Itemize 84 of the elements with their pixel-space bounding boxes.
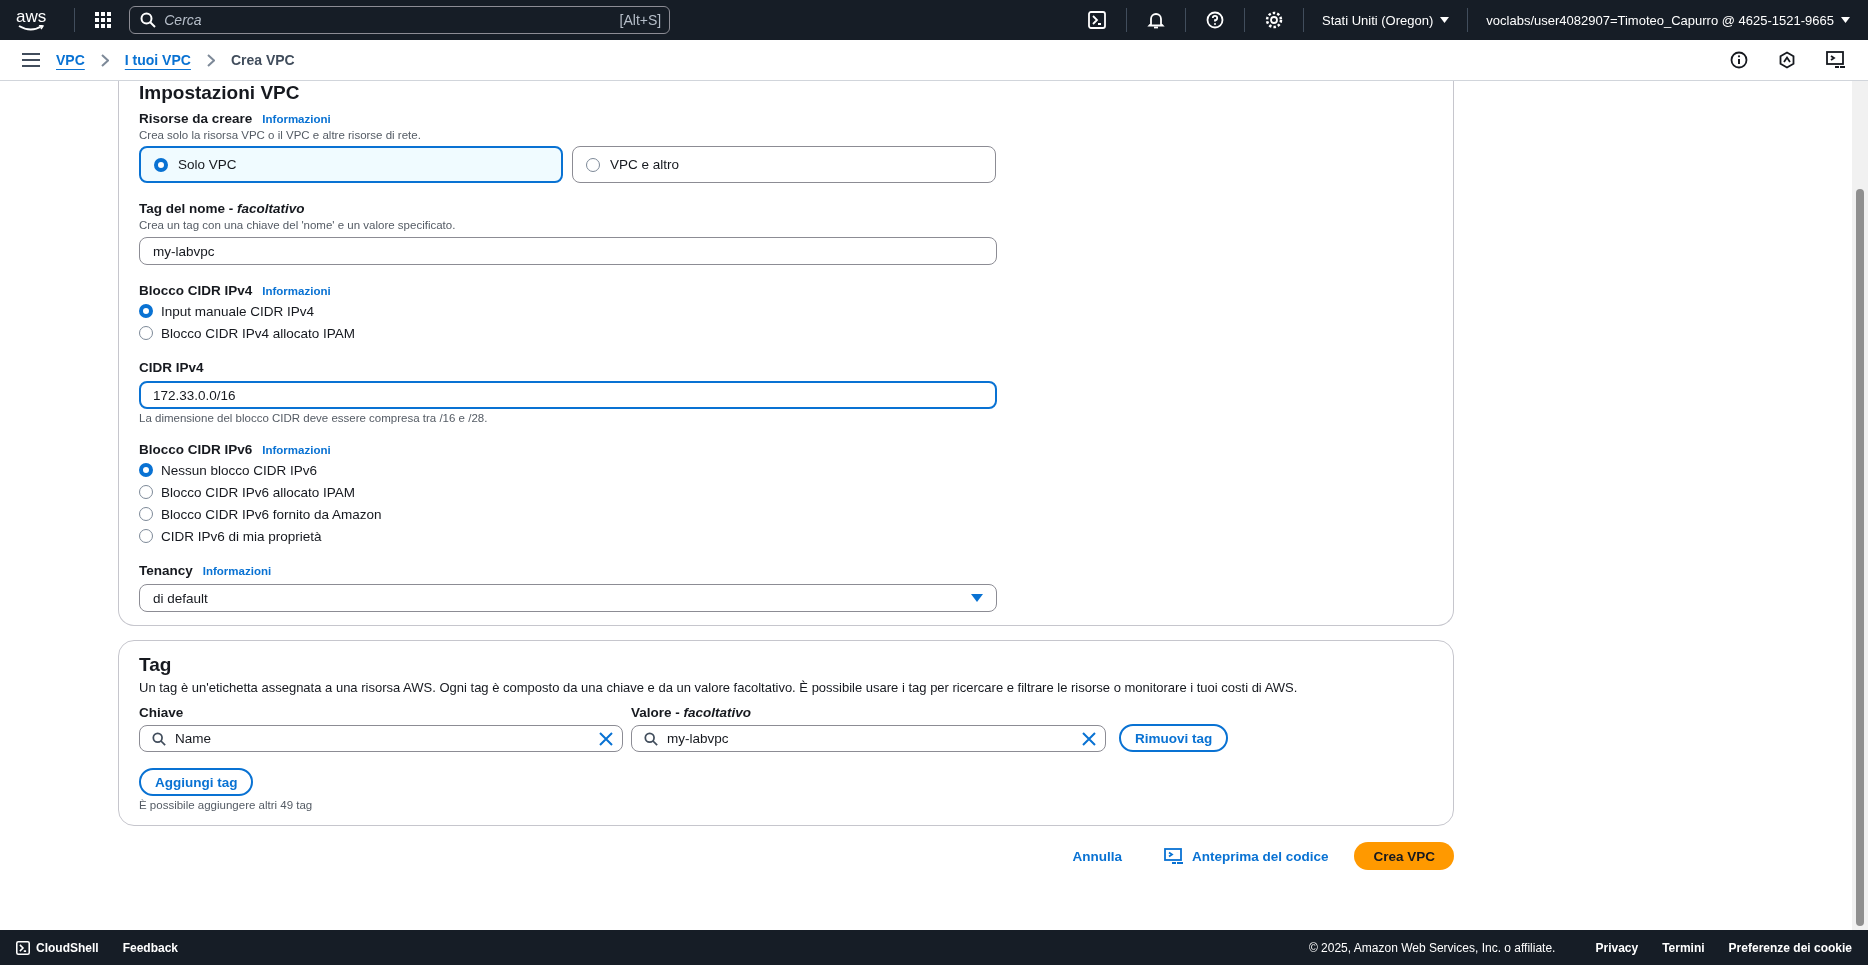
menu-icon[interactable] — [22, 53, 40, 67]
field-label: Tag del nome - facoltativo — [139, 201, 305, 216]
region-menu[interactable]: Stati Uniti (Oregon) — [1318, 12, 1454, 28]
caret-icon — [971, 594, 983, 602]
add-tag-button[interactable]: Aggiungi tag — [139, 768, 254, 796]
chevron-icon — [100, 53, 109, 67]
info-link[interactable]: Informazioni — [262, 113, 331, 125]
section-title: Tag — [139, 653, 173, 677]
info-icon[interactable] — [1730, 51, 1748, 69]
option-label: VPC e altro — [610, 157, 680, 172]
breadcrumb-link[interactable]: I tuoi VPC — [124, 52, 191, 68]
field-label: CIDR IPv4 — [139, 360, 204, 375]
breadcrumb-link[interactable]: VPC — [56, 52, 85, 68]
account-menu[interactable]: voclabs/user4082907=Timoteo_Capurro @ 4625-1521-9665 — [1482, 12, 1854, 28]
cancel-button[interactable]: Annulla — [1068, 848, 1126, 864]
option-label: Blocco CIDR IPv6 allocato IPAM — [161, 484, 356, 500]
option-label: Solo VPC — [178, 157, 237, 172]
tag-limit-hint: È possibile aggiungere altri 49 tag — [139, 799, 314, 811]
search-bar[interactable]: Cerca [Alt+S] — [129, 6, 671, 34]
scrollbar[interactable] — [1852, 81, 1868, 930]
field-label: Blocco CIDR IPv6 — [139, 442, 253, 457]
option-label: Input manuale CIDR IPv4 — [161, 303, 315, 319]
value-field[interactable]: my-labvpc — [631, 725, 1106, 752]
aws-logo[interactable]: aws — [16, 8, 47, 32]
terminal-icon — [16, 940, 30, 955]
section-title: Impostazioni VPC — [139, 81, 301, 105]
search-icon — [152, 731, 166, 746]
key-field[interactable]: Name — [139, 725, 623, 752]
option-label: Nessun blocco CIDR IPv6 — [161, 462, 318, 478]
radio-button[interactable] — [154, 157, 168, 172]
radio-button[interactable] — [139, 326, 153, 340]
option-label: CIDR IPv6 di mia proprietà — [161, 528, 322, 544]
radio-button[interactable] — [139, 529, 153, 543]
copyright-text: © 2025, Amazon Web Services, Inc. o affiliate. — [1308, 940, 1556, 955]
field-label: Chiave — [139, 705, 185, 720]
field-label: Tenancy — [139, 563, 193, 578]
bell-icon[interactable] — [1147, 11, 1166, 29]
shortcut-hint: [Alt+S] — [619, 12, 662, 28]
clear-icon[interactable] — [599, 731, 613, 746]
search-icon — [140, 12, 157, 28]
info-link[interactable]: Informazioni — [262, 444, 331, 456]
text-field[interactable]: my-labvpc — [139, 237, 997, 265]
apps-grid-icon[interactable] — [95, 12, 112, 28]
field-label: Blocco CIDR IPv4 — [139, 283, 253, 298]
field-label: Risorse da creare — [139, 111, 253, 126]
settings-icon[interactable] — [1265, 11, 1284, 29]
create-vpc-button[interactable]: Crea VPC — [1354, 842, 1454, 870]
radio-button[interactable] — [139, 507, 153, 521]
text-field[interactable]: 172.33.0.0/16 — [139, 381, 997, 409]
option-tile[interactable]: VPC e altro — [572, 146, 996, 183]
search-icon — [644, 731, 658, 746]
search-input[interactable]: Cerca — [164, 12, 612, 28]
option-tile[interactable]: Solo VPC — [139, 146, 563, 183]
chevron-icon — [206, 53, 215, 67]
breadcrumb-current: Crea VPC — [230, 52, 295, 68]
option-label: Blocco CIDR IPv6 fornito da Amazon — [161, 506, 382, 522]
section-description: Un tag è un'etichetta assegnata a una risorsa AWS. Ogni tag è composto da una chiave e da un valore facoltativo. È possibile usare i tag per ricercare e filtrare le risorse o monitorare i tuoi costi di AWS. — [139, 680, 1299, 695]
radio-button[interactable] — [586, 157, 600, 172]
terminal-icon[interactable] — [1088, 11, 1107, 29]
cloudshell-button[interactable]: CloudShell — [16, 940, 99, 955]
feedback-link[interactable]: Feedback — [122, 940, 179, 955]
radio-button[interactable] — [139, 463, 153, 477]
radio-button[interactable] — [139, 304, 153, 318]
footer-link[interactable]: Termini — [1662, 940, 1705, 955]
footer-link[interactable]: Privacy — [1595, 940, 1639, 955]
clear-icon[interactable] — [1082, 731, 1096, 746]
field-description: Crea un tag con una chiave del 'nome' e un valore specificato. — [139, 219, 457, 231]
code-preview-button[interactable]: Anteprima del codice — [1159, 847, 1333, 865]
footer-link[interactable]: Preferenze dei cookie — [1728, 940, 1852, 955]
radio-button[interactable] — [139, 485, 153, 499]
remove-tag-button[interactable]: Rimuovi tag — [1119, 724, 1229, 752]
option-label: Blocco CIDR IPv4 allocato IPAM — [161, 325, 356, 341]
select-dropdown[interactable]: di default — [139, 584, 997, 612]
field-description: Crea solo la risorsa VPC o il VPC e altre risorse di rete. — [139, 129, 422, 141]
info-link[interactable]: Informazioni — [262, 285, 331, 297]
caret-icon — [1440, 17, 1450, 23]
monitor-icon[interactable] — [1826, 51, 1846, 69]
monitor-icon — [1163, 847, 1184, 865]
help-icon[interactable] — [1206, 11, 1225, 29]
hexagon-icon[interactable] — [1778, 51, 1796, 69]
info-link[interactable]: Informazioni — [202, 565, 272, 577]
field-label: Valore - facoltativo — [631, 705, 753, 720]
field-hint: La dimensione del blocco CIDR deve essere compresa tra /16 e /28. — [139, 412, 489, 424]
caret-icon — [1841, 17, 1850, 23]
